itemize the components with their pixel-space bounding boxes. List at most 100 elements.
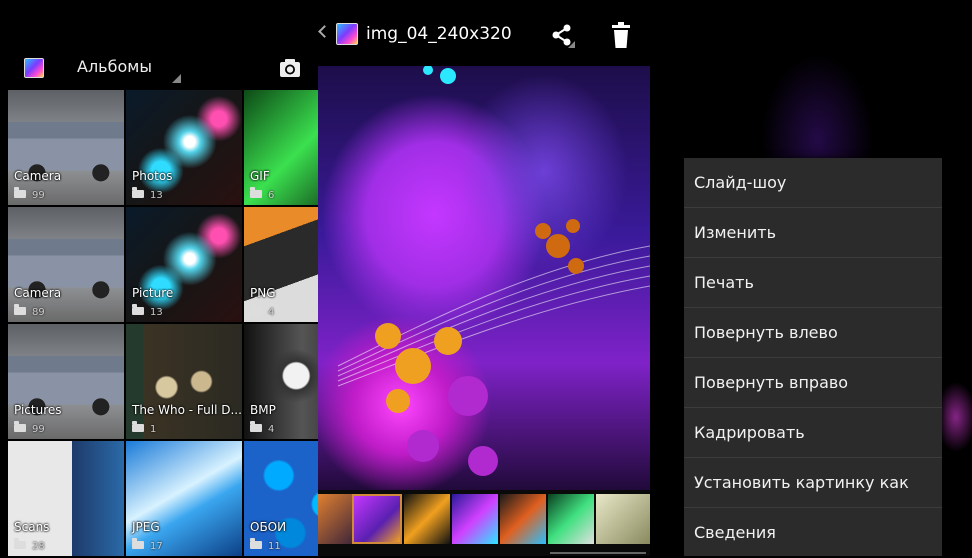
albums-action-bar: Альбомы bbox=[0, 48, 318, 88]
album-tile[interactable]: BMP 4 bbox=[244, 324, 318, 439]
menu-item-print[interactable]: Печать bbox=[684, 258, 942, 308]
folder-icon bbox=[14, 538, 26, 549]
album-name: The Who - Full D... bbox=[132, 403, 242, 417]
folder-icon bbox=[132, 538, 144, 549]
gallery-app-icon[interactable] bbox=[24, 58, 44, 78]
gallery-app-icon[interactable] bbox=[336, 23, 358, 45]
album-name: Photos bbox=[132, 169, 173, 183]
album-count: 1 bbox=[132, 421, 157, 435]
folder-icon bbox=[250, 538, 262, 549]
album-thumbnail bbox=[8, 441, 124, 556]
folder-icon bbox=[132, 304, 144, 315]
trash-icon[interactable] bbox=[610, 21, 632, 49]
menu-item-edit[interactable]: Изменить bbox=[684, 208, 942, 258]
album-thumbnail bbox=[8, 324, 124, 439]
folder-icon bbox=[14, 304, 26, 315]
album-tile[interactable]: JPEG 17 bbox=[126, 441, 242, 556]
album-thumbnail bbox=[126, 441, 242, 556]
album-tile[interactable]: ОБОИ 11 bbox=[244, 441, 318, 556]
album-count-value: 6 bbox=[268, 190, 275, 201]
album-name: Picture bbox=[132, 286, 174, 300]
album-name: Scans bbox=[14, 520, 50, 534]
filmstrip-thumbnail-selected[interactable] bbox=[352, 494, 402, 544]
album-count: 99 bbox=[14, 187, 45, 201]
album-name: Camera bbox=[14, 286, 62, 300]
album-name: Pictures bbox=[14, 403, 62, 417]
album-tile[interactable]: Pictures 99 bbox=[8, 324, 124, 439]
album-tile[interactable]: Camera 99 bbox=[8, 90, 124, 205]
camera-icon[interactable] bbox=[278, 56, 302, 80]
folder-icon bbox=[250, 304, 262, 315]
album-thumbnail bbox=[126, 207, 242, 322]
album-thumbnail bbox=[244, 90, 318, 205]
album-count: 28 bbox=[14, 538, 45, 552]
album-count: 13 bbox=[132, 304, 163, 318]
album-count: 11 bbox=[250, 538, 281, 552]
filmstrip-thumbnail[interactable] bbox=[452, 494, 498, 544]
menu-item-rotate-right[interactable]: Повернуть вправо bbox=[684, 358, 942, 408]
album-thumbnail bbox=[8, 90, 124, 205]
filmstrip-scroll-indicator bbox=[550, 552, 646, 554]
album-thumbnail bbox=[244, 207, 318, 322]
album-tile[interactable]: Camera 89 bbox=[8, 207, 124, 322]
albums-panel: Альбомы Camera 99 Photos 13 GIF 6 Camera… bbox=[0, 0, 318, 556]
album-count-value: 11 bbox=[268, 541, 281, 552]
overflow-menu: Слайд-шоу Изменить Печать Повернуть влев… bbox=[684, 158, 942, 556]
album-tile[interactable]: The Who - Full D... 1 bbox=[126, 324, 242, 439]
album-grid: Camera 99 Photos 13 GIF 6 Camera 89 Pict… bbox=[8, 90, 318, 556]
album-name: GIF bbox=[250, 169, 270, 183]
album-thumbnail bbox=[126, 324, 242, 439]
filmstrip-thumbnail[interactable] bbox=[500, 494, 546, 544]
menu-item-rotate-left[interactable]: Повернуть влево bbox=[684, 308, 942, 358]
album-thumbnail bbox=[244, 324, 318, 439]
filmstrip-thumbnail[interactable] bbox=[404, 494, 450, 544]
album-count: 99 bbox=[14, 421, 45, 435]
filmstrip[interactable] bbox=[318, 490, 650, 556]
photo-view[interactable] bbox=[318, 66, 650, 490]
folder-icon bbox=[14, 421, 26, 432]
album-count: 4 bbox=[250, 421, 275, 435]
album-tile[interactable]: Photos 13 bbox=[126, 90, 242, 205]
share-icon[interactable] bbox=[549, 22, 575, 48]
album-name: PNG bbox=[250, 286, 276, 300]
album-thumbnail bbox=[126, 90, 242, 205]
folder-icon bbox=[250, 187, 262, 198]
album-tile[interactable]: Picture 13 bbox=[126, 207, 242, 322]
album-count: 6 bbox=[250, 187, 275, 201]
album-count: 17 bbox=[132, 538, 163, 552]
album-count: 13 bbox=[132, 187, 163, 201]
filmstrip-thumbnail[interactable] bbox=[548, 494, 594, 544]
album-count-value: 28 bbox=[32, 541, 45, 552]
folder-icon bbox=[250, 421, 262, 432]
album-count-value: 99 bbox=[32, 424, 45, 435]
album-tile[interactable]: GIF 6 bbox=[244, 90, 318, 205]
album-thumbnail bbox=[8, 207, 124, 322]
dropdown-indicator-icon[interactable] bbox=[172, 74, 181, 83]
album-count-value: 17 bbox=[150, 541, 163, 552]
album-name: BMP bbox=[250, 403, 276, 417]
menu-item-details[interactable]: Сведения bbox=[684, 508, 942, 558]
menu-item-crop[interactable]: Кадрировать bbox=[684, 408, 942, 458]
folder-icon bbox=[132, 421, 144, 432]
photo-action-bar: img_04_240x320 bbox=[318, 14, 650, 58]
menu-item-set-picture-as[interactable]: Установить картинку как bbox=[684, 458, 942, 508]
album-count: 89 bbox=[14, 304, 45, 318]
folder-icon bbox=[14, 187, 26, 198]
album-count-value: 4 bbox=[268, 424, 275, 435]
album-name: Camera bbox=[14, 169, 62, 183]
album-count-value: 89 bbox=[32, 307, 45, 318]
photo-title: img_04_240x320 bbox=[366, 24, 512, 44]
album-name: JPEG bbox=[132, 520, 160, 534]
back-chevron-icon[interactable] bbox=[318, 25, 331, 38]
folder-icon bbox=[132, 187, 144, 198]
menu-item-slideshow[interactable]: Слайд-шоу bbox=[684, 158, 942, 208]
album-count: 4 bbox=[250, 304, 274, 318]
album-tile[interactable]: PNG 4 bbox=[244, 207, 318, 322]
album-count-value: 13 bbox=[150, 307, 163, 318]
album-tile[interactable]: Scans 28 bbox=[8, 441, 124, 556]
albums-spinner-title[interactable]: Альбомы bbox=[77, 57, 152, 76]
filmstrip-thumbnail[interactable] bbox=[596, 494, 650, 544]
album-count-value: 1 bbox=[150, 424, 157, 435]
album-name: ОБОИ bbox=[250, 520, 287, 534]
album-thumbnail bbox=[244, 441, 318, 556]
